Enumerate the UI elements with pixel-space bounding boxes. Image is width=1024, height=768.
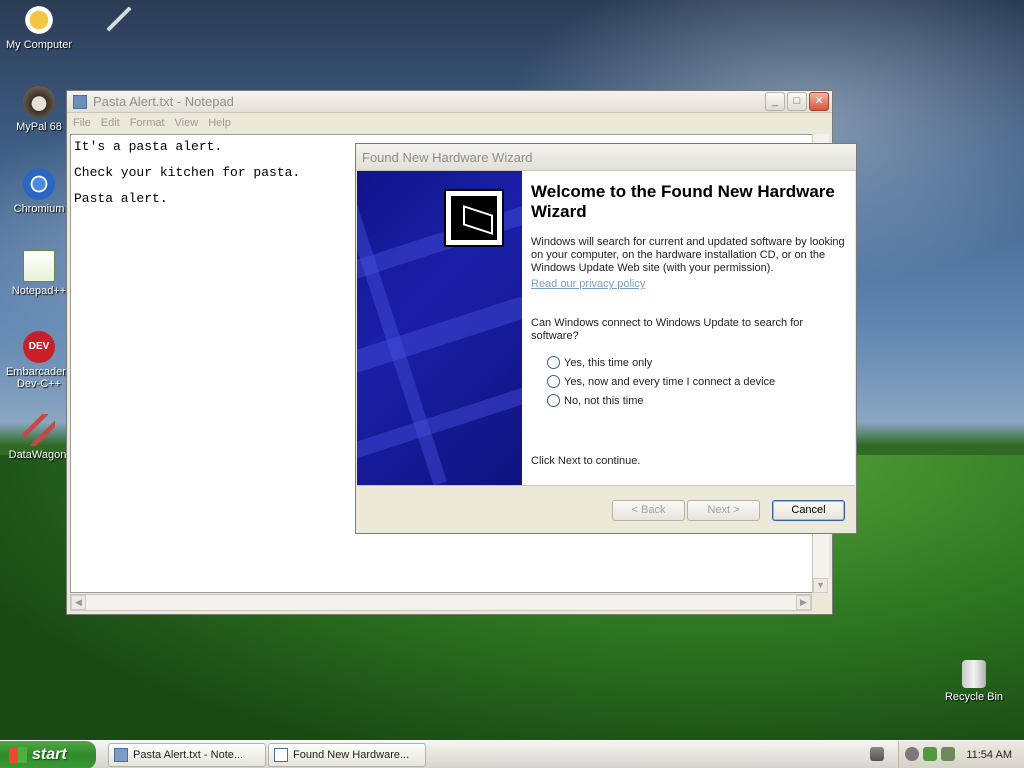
notepad-title: Pasta Alert.txt - Notepad — [93, 94, 234, 109]
radio-label: Yes, now and every time I connect a devi… — [564, 375, 776, 388]
continue-instruction: Click Next to continue. — [531, 455, 641, 467]
radio-button[interactable] — [547, 394, 560, 407]
scroll-right-arrow[interactable]: ▶ — [796, 595, 811, 610]
next-button[interactable]: Next > — [687, 500, 760, 521]
notepad-titlebar[interactable]: Pasta Alert.txt - Notepad _ □ ✕ — [67, 91, 832, 113]
desktop-icon-label: Notepad++ — [11, 285, 67, 297]
desktop-icon-label: DataWagon. — [8, 449, 70, 461]
network-icon[interactable] — [905, 747, 919, 761]
start-label: start — [32, 746, 67, 763]
start-button[interactable]: start — [0, 741, 96, 768]
radio-option-no[interactable]: No, not this time — [547, 391, 845, 410]
scroll-left-arrow[interactable]: ◀ — [71, 595, 86, 610]
keyboard-icon[interactable] — [870, 747, 884, 761]
horizontal-scrollbar[interactable]: ◀ ▶ — [70, 594, 812, 611]
cancel-button[interactable]: Cancel — [772, 500, 845, 521]
wizard-body: Welcome to the Found New Hardware Wizard… — [357, 171, 855, 485]
hardware-wizard-window[interactable]: Found New Hardware Wizard Welcome to the… — [355, 143, 857, 534]
taskbar-item-label: Found New Hardware... — [293, 749, 410, 761]
desktop-icon-label: Chromium — [13, 203, 65, 215]
clock[interactable]: 11:54 AM — [966, 741, 1012, 768]
pasta-bowl-icon — [23, 4, 55, 36]
menu-file[interactable]: File — [73, 117, 91, 129]
desktop-icon-label: My Computer — [5, 39, 73, 51]
menu-edit[interactable]: Edit — [101, 117, 120, 129]
radio-option-yes-always[interactable]: Yes, now and every time I connect a devi… — [547, 372, 845, 391]
radio-label: Yes, this time only — [564, 356, 653, 369]
raccoon-icon — [23, 86, 55, 118]
wizard-side-art — [357, 171, 522, 485]
desktop-icon-recycle-bin[interactable]: Recycle Bin — [935, 660, 1013, 703]
wizard-window-icon — [274, 748, 288, 762]
close-button[interactable]: ✕ — [809, 92, 829, 111]
datawagon-icon — [23, 414, 55, 446]
radio-label: No, not this time — [564, 394, 644, 407]
menu-view[interactable]: View — [175, 117, 199, 129]
notepad-icon — [73, 94, 87, 109]
radio-option-yes-once[interactable]: Yes, this time only — [547, 353, 845, 372]
desktop-icon-label: Recycle Bin — [944, 691, 1004, 703]
hardware-device-icon — [444, 189, 504, 247]
maximize-button[interactable]: □ — [787, 92, 807, 111]
system-tray: 11:54 AM — [898, 741, 1024, 768]
wizard-title: Found New Hardware Wizard — [362, 149, 533, 165]
notepad-icon — [114, 748, 128, 762]
desktop-icon-my-computer[interactable]: My Computer — [0, 4, 78, 51]
notepadpp-icon — [23, 250, 55, 282]
taskbar-item-wizard[interactable]: Found New Hardware... — [268, 743, 426, 767]
desktop-icon-label: Embarcadero Dev-C++ — [5, 366, 73, 390]
wizard-question: Can Windows connect to Windows Update to… — [531, 317, 804, 342]
security-icon[interactable] — [923, 747, 937, 761]
radio-button[interactable] — [547, 375, 560, 388]
recycle-bin-icon — [962, 660, 986, 688]
privacy-policy-link[interactable]: Read our privacy policy — [531, 278, 845, 290]
minimize-button[interactable]: _ — [765, 92, 785, 111]
devcpp-icon: DEV — [23, 331, 55, 363]
radio-button[interactable] — [547, 356, 560, 369]
menu-help[interactable]: Help — [208, 117, 231, 129]
back-button[interactable]: < Back — [612, 500, 685, 521]
hardware-tray-icon[interactable] — [941, 747, 955, 761]
fork-icon — [106, 6, 132, 32]
notepad-menubar: File Edit Format View Help — [67, 113, 832, 132]
windows-flag-icon — [9, 747, 27, 763]
taskbar-item-notepad[interactable]: Pasta Alert.txt - Note... — [108, 743, 266, 767]
wizard-intro: Windows will search for current and upda… — [531, 236, 845, 274]
wizard-button-bar: < Back Next > Cancel — [357, 485, 855, 533]
wizard-titlebar[interactable]: Found New Hardware Wizard — [356, 144, 856, 171]
desktop-icon-label: MyPal 68 — [16, 121, 62, 133]
chromium-icon — [23, 168, 55, 200]
wizard-heading: Welcome to the Found New Hardware Wizard — [531, 182, 835, 221]
taskbar-item-label: Pasta Alert.txt - Note... — [133, 749, 244, 761]
desktop-icon-fork[interactable] — [80, 6, 158, 35]
menu-format[interactable]: Format — [130, 117, 165, 129]
scroll-down-arrow[interactable]: ▼ — [813, 578, 828, 593]
taskbar: start Pasta Alert.txt - Note... Found Ne… — [0, 740, 1024, 768]
